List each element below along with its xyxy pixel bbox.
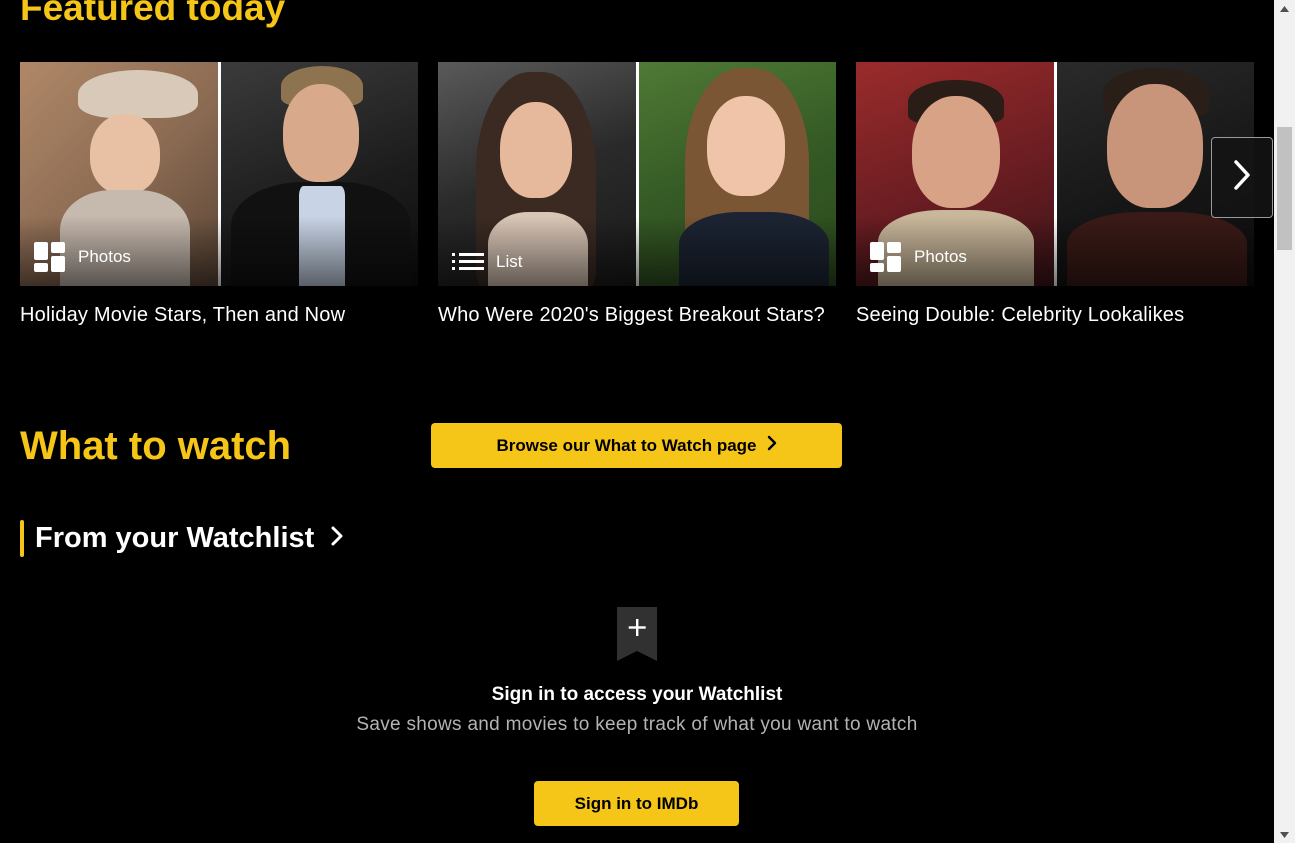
page: Featured today Photos Holiday Movie Star… — [0, 0, 1295, 843]
section-accent-bar — [20, 520, 24, 557]
featured-card-image[interactable]: Photos — [856, 62, 1254, 286]
watchlist-signin-subtext: Save shows and movies to keep track of w… — [356, 714, 918, 735]
carousel-next-button[interactable] — [1211, 137, 1273, 218]
watchlist-section-title: From your Watchlist — [35, 522, 315, 554]
watchlist-signin-heading: Sign in to access your Watchlist — [491, 684, 783, 705]
browse-button-label: Browse our What to Watch page — [496, 435, 757, 455]
featured-card-image[interactable]: Photos — [20, 62, 418, 286]
what-to-watch-heading: What to watch — [20, 424, 292, 468]
featured-card-image[interactable]: List — [438, 62, 836, 286]
card-caption[interactable]: Holiday Movie Stars, Then and Now — [20, 304, 418, 327]
list-icon — [452, 253, 484, 271]
photos-icon — [870, 242, 902, 272]
card-caption[interactable]: Who Were 2020's Biggest Breakout Stars? — [438, 304, 836, 327]
scrollbar-thumb[interactable] — [1277, 127, 1292, 250]
photos-icon — [34, 242, 66, 272]
sign-in-button[interactable]: Sign in to IMDb — [534, 781, 739, 826]
from-your-watchlist-link[interactable]: From your Watchlist — [20, 520, 344, 557]
featured-today-heading: Featured today — [20, 0, 286, 28]
chevron-right-icon — [1232, 159, 1252, 196]
badge-label: Photos — [914, 247, 967, 266]
badge-label: Photos — [78, 247, 131, 266]
card-badge: List — [452, 252, 522, 272]
browse-what-to-watch-button[interactable]: Browse our What to Watch page — [431, 423, 842, 468]
card-caption[interactable]: Seeing Double: Celebrity Lookalikes — [856, 304, 1254, 327]
chevron-right-icon — [767, 435, 777, 456]
vertical-scrollbar[interactable] — [1274, 0, 1295, 843]
featured-card-2[interactable]: List Who Were 2020's Biggest Breakout St… — [438, 62, 836, 327]
card-badge: Photos — [870, 242, 967, 272]
featured-card-1[interactable]: Photos Holiday Movie Stars, Then and Now — [20, 62, 418, 327]
scroll-up-arrow-icon[interactable] — [1274, 0, 1295, 17]
featured-card-3[interactable]: Photos Seeing Double: Celebrity Lookalik… — [856, 62, 1254, 327]
badge-label: List — [496, 252, 523, 271]
chevron-right-icon — [330, 525, 344, 552]
card-badge: Photos — [34, 242, 131, 272]
scroll-down-arrow-icon[interactable] — [1274, 826, 1295, 843]
watchlist-add-icon[interactable] — [617, 607, 657, 661]
